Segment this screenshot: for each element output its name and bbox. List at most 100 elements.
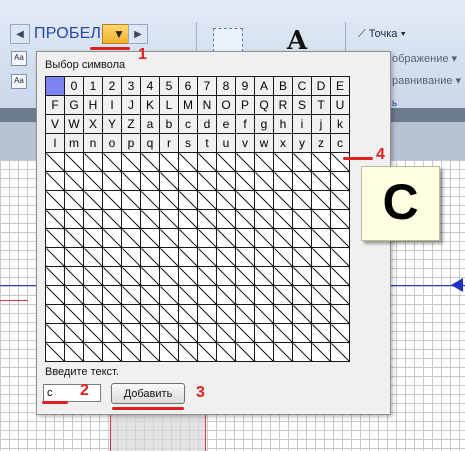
empty-symbol-cell [45,171,65,191]
symbol-cell[interactable]: B [273,76,293,96]
empty-symbol-cell [178,285,198,305]
symbol-cell[interactable]: X [83,114,103,134]
frame-icon[interactable] [213,28,243,52]
symbol-cell[interactable]: m [64,133,84,153]
current-font-name[interactable]: ПРОБЕЛ [32,24,103,44]
add-button[interactable]: Добавить [111,383,185,404]
symbol-cell[interactable]: 4 [140,76,160,96]
symbol-cell[interactable]: l [45,133,65,153]
empty-symbol-row [45,247,350,267]
empty-symbol-cell [140,285,160,305]
empty-symbol-row [45,304,350,324]
symbol-cell[interactable]: 8 [216,76,236,96]
symbol-cell[interactable]: k [330,114,350,134]
empty-symbol-cell [121,247,141,267]
text-format-icon[interactable]: Aa [11,74,27,89]
empty-symbol-cell [64,285,84,305]
text-box-icon[interactable]: Aa [11,51,27,66]
symbol-row: 0123456789ABCDE [45,76,350,96]
symbol-cell[interactable]: 3 [121,76,141,96]
empty-symbol-cell [216,152,236,172]
symbol-cell[interactable]: t [197,133,217,153]
display-button[interactable]: ображение ▾ [392,52,457,65]
symbol-cell[interactable]: v [235,133,255,153]
symbol-cell[interactable]: e [216,114,236,134]
symbol-cell[interactable] [45,76,65,96]
symbol-cell[interactable]: x [273,133,293,153]
symbol-row: VWXYZabcdefghijk [45,114,350,134]
symbol-cell[interactable]: V [45,114,65,134]
symbol-cell[interactable]: f [235,114,255,134]
prev-font-button[interactable]: ◀ [10,24,30,44]
symbol-cell[interactable]: P [235,95,255,115]
symbol-cell[interactable]: K [140,95,160,115]
empty-symbol-cell [64,266,84,286]
symbol-cell[interactable]: s [178,133,198,153]
empty-symbol-cell [235,342,255,362]
symbol-cell[interactable]: U [330,95,350,115]
symbol-cell[interactable]: S [292,95,312,115]
symbol-cell[interactable]: w [254,133,274,153]
symbol-cell[interactable]: c [178,114,198,134]
empty-symbol-cell [330,304,350,324]
symbol-cell[interactable]: C [292,76,312,96]
empty-symbol-cell [64,209,84,229]
symbol-cell[interactable]: W [64,114,84,134]
symbol-cell[interactable]: R [273,95,293,115]
empty-symbol-cell [197,266,217,286]
empty-symbol-cell [159,247,179,267]
symbol-cell[interactable]: i [292,114,312,134]
empty-symbol-cell [311,209,331,229]
empty-symbol-cell [330,323,350,343]
symbol-cell[interactable]: r [159,133,179,153]
symbol-cell[interactable]: Z [121,114,141,134]
symbol-cell[interactable]: O [216,95,236,115]
empty-symbol-cell [102,171,122,191]
symbol-cell[interactable]: g [254,114,274,134]
symbol-cell[interactable]: q [140,133,160,153]
symbol-cell[interactable]: z [311,133,331,153]
symbol-cell[interactable]: 6 [178,76,198,96]
symbol-cell[interactable]: a [140,114,160,134]
symbol-cell[interactable]: 5 [159,76,179,96]
symbol-cell[interactable]: Q [254,95,274,115]
symbol-cell[interactable]: d [197,114,217,134]
symbol-cell[interactable]: J [121,95,141,115]
symbol-cell[interactable]: o [102,133,122,153]
symbol-cell[interactable]: 7 [197,76,217,96]
symbol-cell[interactable]: M [178,95,198,115]
symbol-cell[interactable]: y [292,133,312,153]
next-font-button[interactable]: ▶ [128,24,148,44]
symbol-row: FGHIJKLMNOPQRSTU [45,95,350,115]
symbol-cell[interactable]: b [159,114,179,134]
symbol-cell[interactable]: I [102,95,122,115]
symbol-cell[interactable]: p [121,133,141,153]
empty-symbol-cell [45,285,65,305]
symbol-cell[interactable]: 9 [235,76,255,96]
symbol-cell[interactable]: N [197,95,217,115]
symbol-cell[interactable]: 2 [102,76,122,96]
symbol-cell[interactable]: G [64,95,84,115]
symbol-cell[interactable]: L [159,95,179,115]
symbol-cell[interactable]: F [45,95,65,115]
symbol-cell[interactable]: T [311,95,331,115]
symbol-cell[interactable]: 0 [64,76,84,96]
empty-symbol-cell [235,171,255,191]
symbol-cell[interactable]: A [254,76,274,96]
symbol-cell[interactable]: Y [102,114,122,134]
empty-symbol-cell [254,342,274,362]
align-button[interactable]: равнивание ▾ [392,74,461,87]
symbol-cell[interactable]: n [83,133,103,153]
symbol-cell[interactable]: D [311,76,331,96]
symbol-cell[interactable]: 1 [83,76,103,96]
symbol-cell[interactable]: h [273,114,293,134]
dialog-title: Выбор символа [45,59,126,71]
symbol-cell[interactable]: u [216,133,236,153]
symbol-cell[interactable]: j [311,114,331,134]
symbol-cell[interactable]: c [330,133,350,153]
empty-symbol-cell [197,323,217,343]
symbol-cell[interactable]: H [83,95,103,115]
point-button[interactable]: ⟋ Точка ▾ [358,28,406,41]
text-input[interactable] [43,384,101,402]
symbol-cell[interactable]: E [330,76,350,96]
